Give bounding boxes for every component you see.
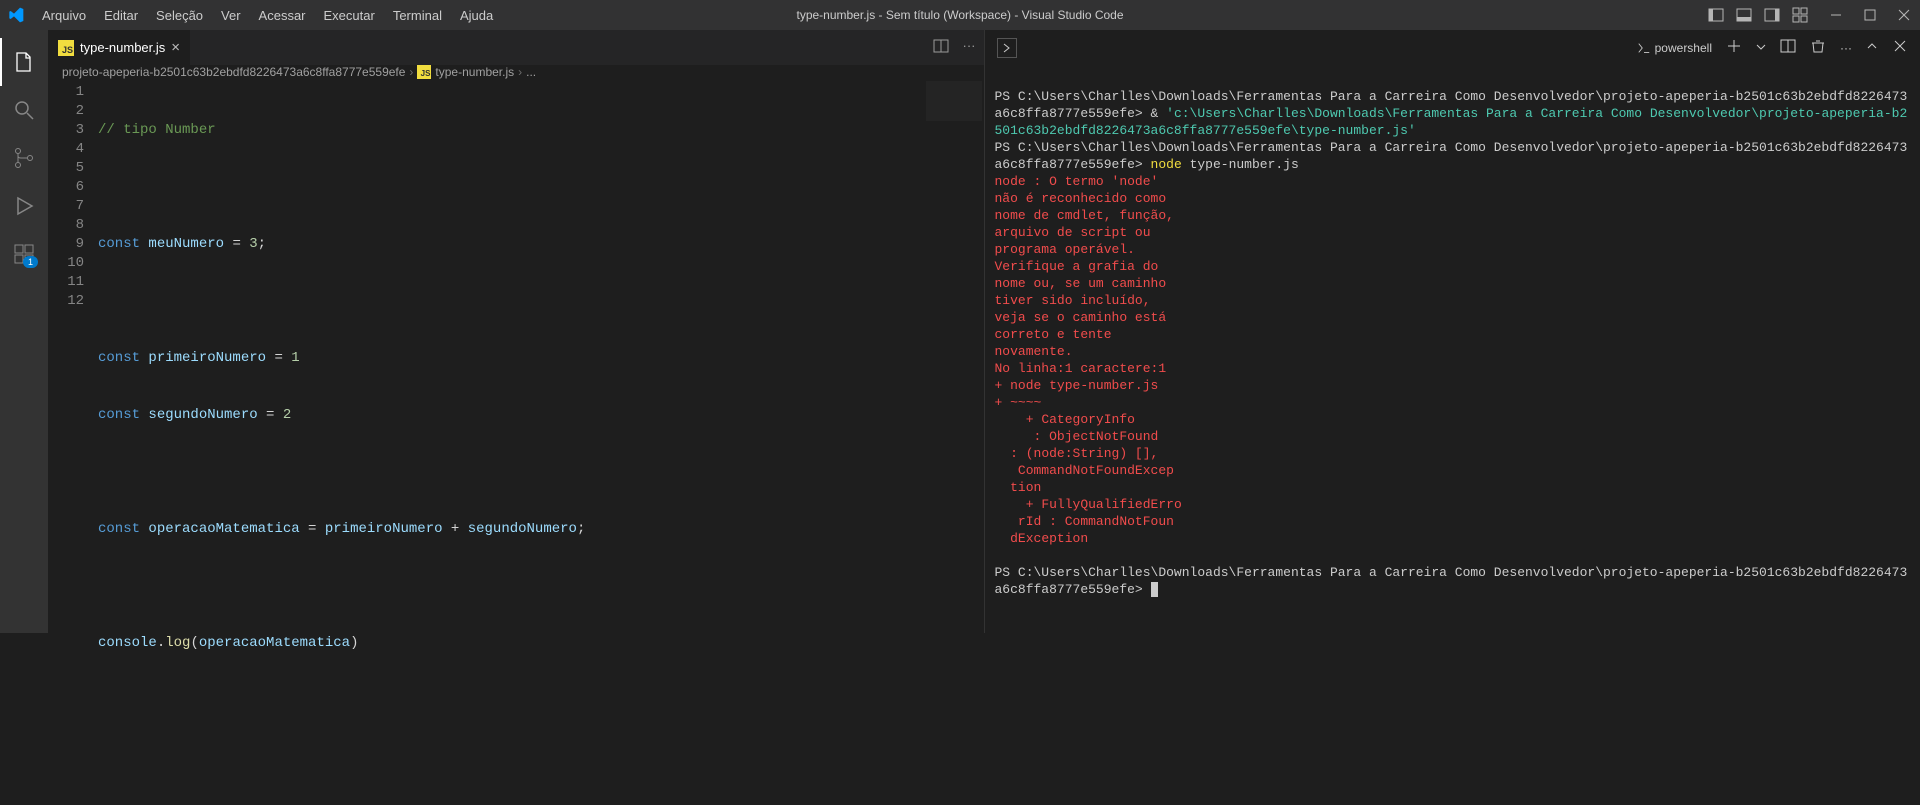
new-terminal-icon[interactable] (1726, 38, 1742, 57)
extensions-badge: 1 (23, 256, 38, 268)
menu-executar[interactable]: Executar (316, 4, 383, 27)
menu-arquivo[interactable]: Arquivo (34, 4, 94, 27)
extensions-icon[interactable]: 1 (0, 230, 48, 278)
menu-ver[interactable]: Ver (213, 4, 249, 27)
js-file-icon: JS (58, 40, 74, 56)
editor-pane: JS type-number.js × ··· projeto-apeperia… (48, 30, 984, 633)
layout-sidebar-left-icon[interactable] (1708, 7, 1724, 23)
source-control-icon[interactable] (0, 134, 48, 182)
code-area[interactable]: // tipo Number const meuNumero = 3; cons… (98, 79, 924, 805)
terminal-dropdown-icon[interactable] (1756, 41, 1766, 55)
vscode-logo-icon (8, 7, 24, 23)
terminal-pane: powershell ··· PS C:\Users\Charlles\Down… (984, 30, 1920, 633)
split-editor-icon[interactable] (933, 38, 949, 57)
terminal-shell-icon[interactable]: powershell (1637, 41, 1712, 55)
bc-file[interactable]: type-number.js (435, 65, 514, 79)
menu-selecao[interactable]: Seleção (148, 4, 211, 27)
editor-tabs: JS type-number.js × ··· (48, 30, 984, 65)
chevron-right-icon: › (518, 65, 522, 79)
search-icon[interactable] (0, 86, 48, 134)
explorer-icon[interactable] (0, 38, 48, 86)
minimize-icon[interactable] (1828, 7, 1844, 23)
layout-panel-icon[interactable] (1736, 7, 1752, 23)
chevron-right-icon: › (409, 65, 413, 79)
terminal-cursor (1151, 582, 1158, 597)
customize-layout-icon[interactable] (1792, 7, 1808, 23)
tab-label: type-number.js (80, 40, 165, 55)
layout-sidebar-right-icon[interactable] (1764, 7, 1780, 23)
maximize-panel-icon[interactable] (1866, 40, 1878, 55)
minimap[interactable] (924, 79, 984, 805)
menu-ajuda[interactable]: Ajuda (452, 4, 501, 27)
breadcrumbs[interactable]: projeto-apeperia-b2501c63b2ebdfd8226473a… (48, 65, 984, 79)
terminal-more-icon[interactable]: ··· (1840, 41, 1852, 55)
close-panel-icon[interactable] (1892, 38, 1908, 57)
menu-acessar[interactable]: Acessar (251, 4, 314, 27)
terminal-body[interactable]: PS C:\Users\Charlles\Downloads\Ferrament… (985, 65, 1920, 633)
bc-more[interactable]: ... (526, 65, 536, 79)
activity-bar: 1 (0, 30, 48, 633)
menu-terminal[interactable]: Terminal (385, 4, 450, 27)
tab-type-number[interactable]: JS type-number.js × (48, 30, 190, 65)
maximize-icon[interactable] (1862, 7, 1878, 23)
titlebar: Arquivo Editar Seleção Ver Acessar Execu… (0, 0, 1920, 30)
tab-close-icon[interactable]: × (171, 39, 180, 56)
kill-terminal-icon[interactable] (1810, 38, 1826, 57)
panel-toggle-icon[interactable] (997, 38, 1017, 58)
close-icon[interactable] (1896, 7, 1912, 23)
bc-folder[interactable]: projeto-apeperia-b2501c63b2ebdfd8226473a… (62, 65, 405, 79)
menu-editar[interactable]: Editar (96, 4, 146, 27)
js-file-icon: JS (417, 65, 431, 79)
terminal-header: powershell ··· (985, 30, 1920, 65)
window-title: type-number.js - Sem título (Workspace) … (796, 8, 1123, 22)
more-actions-icon[interactable]: ··· (963, 38, 976, 57)
editor-body[interactable]: 123 456 789 101112 // tipo Number const … (48, 79, 984, 805)
split-terminal-icon[interactable] (1780, 38, 1796, 57)
menu-bar: Arquivo Editar Seleção Ver Acessar Execu… (34, 4, 501, 27)
line-gutter: 123 456 789 101112 (48, 79, 98, 805)
run-debug-icon[interactable] (0, 182, 48, 230)
